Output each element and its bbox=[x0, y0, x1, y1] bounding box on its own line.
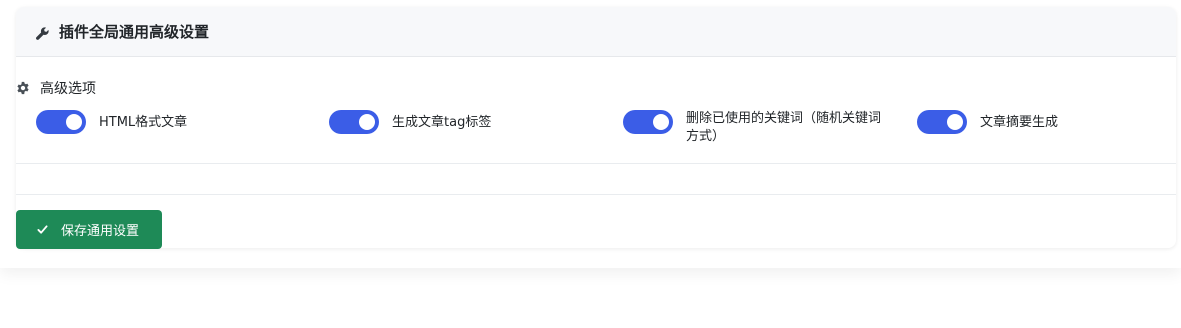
divider bbox=[16, 163, 1176, 164]
html-format-switch[interactable] bbox=[36, 110, 86, 134]
toggle-label: 删除已使用的关键词（随机关键词方式） bbox=[686, 111, 882, 144]
wrench-icon bbox=[36, 25, 49, 40]
toggle-label: 文章摘要生成 bbox=[980, 115, 1059, 130]
toggle-label: 生成文章tag标签 bbox=[392, 115, 492, 130]
toggle-html-format: HTML格式文章 bbox=[36, 110, 187, 134]
toggle-generate-tags: 生成文章tag标签 bbox=[329, 110, 491, 134]
section-title: 高级选项 bbox=[40, 81, 96, 97]
save-button-label: 保存通用设置 bbox=[61, 224, 140, 239]
divider bbox=[16, 194, 1176, 195]
settings-panel: 插件全局通用高级设置 高级选项 HTML格式文章 生成文章tag标签 删除已使用… bbox=[0, 0, 1181, 268]
toggle-article-summary: 文章摘要生成 bbox=[917, 110, 1058, 134]
generate-tags-switch[interactable] bbox=[329, 110, 379, 134]
toggle-label: HTML格式文章 bbox=[99, 115, 188, 130]
save-settings-button[interactable]: 保存通用设置 bbox=[16, 210, 162, 249]
header-title: 插件全局通用高级设置 bbox=[59, 23, 210, 41]
check-icon bbox=[37, 224, 48, 235]
article-summary-switch[interactable] bbox=[917, 110, 967, 134]
gear-icon bbox=[16, 81, 30, 95]
section-heading: 高级选项 bbox=[16, 78, 96, 98]
delete-used-keywords-switch[interactable] bbox=[623, 110, 673, 134]
toggle-delete-used-keywords: 删除已使用的关键词（随机关键词方式） bbox=[623, 110, 890, 146]
card-header: 插件全局通用高级设置 bbox=[16, 7, 1176, 57]
